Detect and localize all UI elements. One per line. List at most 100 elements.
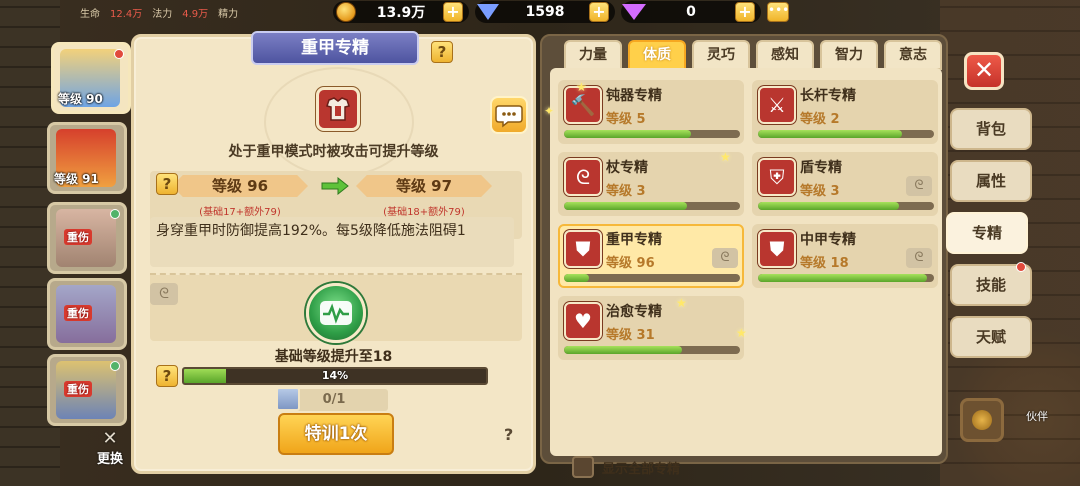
more-icon[interactable]: •••: [767, 2, 789, 22]
skill-level: 等级 31: [606, 328, 655, 343]
tab-willpower[interactable]: 意志: [884, 40, 942, 70]
show-all-label: 显示全部专精: [602, 461, 681, 477]
character-card[interactable]: 重伤: [47, 278, 127, 350]
skill-card[interactable]: ⛨ 盾专精 等级 3 ᘓ: [752, 152, 938, 216]
progress-help-icon[interactable]: ?: [156, 365, 178, 387]
skill-name: 钝器专精: [606, 88, 662, 104]
skill-level: 等级 3: [606, 184, 646, 199]
sparkle-icon: ★: [676, 296, 687, 310]
skill-card[interactable]: ᘓ 杖专精 等级 3: [558, 152, 744, 216]
effect-description: 身穿重甲时防御提高192%。每5级降低施法阻碍1: [150, 217, 514, 267]
notification-dot: [1016, 262, 1026, 272]
next-level-breakdown: (基础18+额外79): [383, 207, 465, 218]
sparkle-icon: ✦: [544, 104, 555, 118]
injured-badge: 重伤: [64, 381, 92, 397]
skill-progress-bar: [758, 274, 934, 282]
swap-character-button[interactable]: ✕ 更换: [92, 430, 128, 470]
side-tab-attributes[interactable]: 属性: [950, 160, 1032, 202]
level-condition: 处于重甲模式时被攻击可提升等级: [228, 144, 439, 160]
swirl-icon[interactable]: ᘓ: [150, 283, 178, 305]
side-tab-bag[interactable]: 背包: [950, 108, 1032, 150]
training-manual-icon: [276, 387, 300, 411]
healing-icon: ♥: [564, 302, 602, 340]
progress-text: 14%: [321, 369, 349, 382]
current-level-breakdown: (基础17+额外79): [199, 207, 281, 218]
skill-level: 等级 2: [800, 112, 840, 127]
specialization-detail-panel: 重甲专精 ? 处于重甲模式时被攻击可提升等级 等级 96 等级 97 (基础17…: [131, 31, 536, 474]
add-purple-gem-button[interactable]: +: [735, 2, 755, 22]
swirl-icon[interactable]: ᘓ: [906, 248, 932, 268]
hp-value: 12.4万: [110, 8, 143, 20]
skill-card[interactable]: ⛊ 中甲专精等级 18 ᘓ: [752, 224, 938, 288]
skill-progress-fill: [758, 130, 903, 138]
swap-label: 更换: [96, 452, 123, 467]
help-icon[interactable]: ?: [431, 41, 453, 63]
diamond-value: 1598: [525, 4, 565, 20]
attribute-tabs: 力量 体质 灵巧 感知 智力 意志: [564, 40, 942, 70]
sp-label: 精力: [218, 8, 239, 20]
backpack-button[interactable]: [960, 398, 1004, 442]
polearm-icon: ⚔: [758, 86, 796, 124]
partner-label[interactable]: 伙伴: [1026, 408, 1048, 424]
tab-perception[interactable]: 感知: [756, 40, 814, 70]
currency-bar: 13.9万 + 1598 + 0 + •••: [333, 0, 789, 24]
swirl-icon[interactable]: ᘓ: [712, 248, 738, 268]
tab-strength[interactable]: 力量: [564, 40, 622, 70]
close-button[interactable]: ✕: [964, 52, 1004, 90]
side-tab-skills-label: 技能: [975, 276, 1006, 294]
skill-progress-bar: [758, 130, 934, 138]
detail-title: 重甲专精: [251, 31, 419, 65]
skill-progress-fill: [564, 274, 589, 282]
heavy-armor-icon: ⛊: [564, 230, 602, 268]
next-level: 等级 97: [356, 175, 492, 197]
skill-name: 中甲专精: [800, 232, 856, 248]
skill-name: 盾专精: [800, 160, 842, 176]
train-once-button[interactable]: 特训1次: [278, 413, 394, 455]
level-help-icon[interactable]: ?: [156, 173, 178, 195]
purple-gem-counter: 0 +: [621, 1, 761, 23]
skill-name: 重甲专精: [606, 232, 662, 248]
top-status-bar: 生命 12.4万 法力 4.9万 精力: [0, 0, 330, 24]
add-gold-button[interactable]: +: [443, 2, 463, 22]
character-card[interactable]: 重伤: [47, 202, 127, 274]
show-all-toggle[interactable]: 显示全部专精: [572, 456, 680, 478]
sparkle-icon: ★: [720, 150, 731, 164]
character-card[interactable]: 等级 91: [47, 122, 127, 194]
side-tab-talents[interactable]: 天赋: [950, 316, 1032, 358]
skill-progress-fill: [564, 202, 688, 210]
side-tab-skills[interactable]: 技能: [950, 262, 1032, 306]
status-dot: [110, 361, 120, 371]
chat-bubble-icon[interactable]: [490, 96, 528, 134]
show-all-checkbox[interactable]: [572, 456, 594, 478]
skill-level: 等级 18: [800, 256, 849, 271]
tab-intelligence[interactable]: 智力: [820, 40, 878, 70]
heavy-armor-icon: [316, 87, 360, 131]
swirl-icon[interactable]: ᘓ: [906, 176, 932, 196]
sparkle-icon: ★: [736, 326, 747, 340]
skill-card[interactable]: ⛊ 重甲专精 等级 96 ᘓ: [558, 224, 744, 288]
vitality-pulse-icon: [306, 283, 366, 343]
tab-dexterity[interactable]: 灵巧: [692, 40, 750, 70]
specialization-list-panel: 力量 体质 灵巧 感知 智力 意志 🔨 钝器专精 等级 5 ⚔ 长杆专精 等级 2 ᘓ 杖专精…: [540, 34, 948, 478]
tab-constitution[interactable]: 体质: [628, 40, 686, 70]
gold-counter: 13.9万 +: [333, 1, 469, 23]
skill-progress-bar: [564, 130, 740, 138]
skill-name: 长杆专精: [800, 88, 856, 104]
skill-card[interactable]: ⚔ 长杆专精等级 2: [752, 80, 938, 144]
hp-label: 生命: [80, 8, 100, 20]
character-level: 等级 91: [54, 172, 99, 186]
gold-value: 13.9万: [376, 5, 426, 21]
character-card[interactable]: 重伤: [47, 354, 127, 426]
skill-card[interactable]: ♥ 治愈专精等级 31: [558, 296, 744, 360]
footer-help-icon[interactable]: ?: [504, 425, 513, 444]
current-level: 等级 96: [172, 175, 308, 197]
side-tab-specialization[interactable]: 专精: [946, 212, 1028, 254]
skill-progress-bar: [564, 202, 740, 210]
medium-armor-icon: ⛊: [758, 230, 796, 268]
injured-badge: 重伤: [64, 229, 92, 245]
add-diamond-button[interactable]: +: [589, 2, 609, 22]
skill-progress-fill: [564, 346, 682, 354]
mp-label: 法力: [152, 8, 173, 20]
skill-name: 治愈专精: [606, 304, 662, 320]
character-card[interactable]: 等级 90: [51, 42, 131, 114]
